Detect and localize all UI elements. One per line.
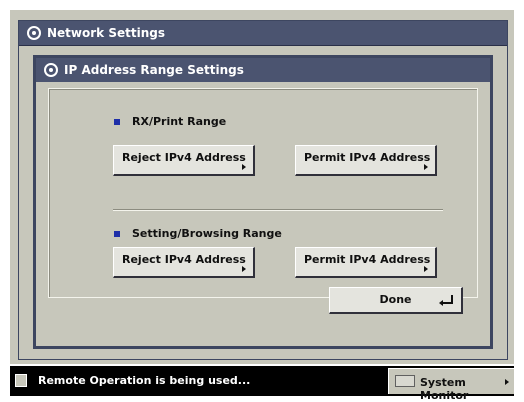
browsing-reject-ipv4-button[interactable]: Reject IPv4 Address <box>113 247 255 278</box>
system-monitor-button[interactable]: System Monitor <box>388 368 514 402</box>
section-label-rx-print: RX/Print Range <box>114 115 226 128</box>
settings-icon <box>27 26 41 40</box>
done-button[interactable]: Done <box>329 287 463 314</box>
section-divider <box>113 209 443 211</box>
screen: Network Settings IP Address Range Settin… <box>10 10 514 364</box>
arrow-right-icon <box>242 164 246 170</box>
bullet-icon <box>114 118 120 125</box>
enter-icon <box>439 295 453 306</box>
rx-reject-ipv4-button[interactable]: Reject IPv4 Address <box>113 145 255 176</box>
status-message: Remote Operation is being used... <box>38 374 251 387</box>
range-settings-panel: RX/Print Range Reject IPv4 Address Permi… <box>48 88 478 298</box>
settings-icon <box>44 63 58 77</box>
arrow-right-icon <box>424 266 428 272</box>
status-bar: Remote Operation is being used... System… <box>10 366 514 402</box>
remote-operation-icon <box>15 374 27 387</box>
window-title: Network Settings <box>47 26 165 40</box>
monitor-icon <box>395 375 415 387</box>
dialog-title: IP Address Range Settings <box>64 63 244 77</box>
arrow-right-icon <box>242 266 246 272</box>
browsing-permit-ipv4-button[interactable]: Permit IPv4 Address <box>295 247 437 278</box>
dialog-title-bar: IP Address Range Settings <box>36 58 490 82</box>
network-settings-window: Network Settings IP Address Range Settin… <box>18 20 508 360</box>
section-label-setting-browsing: Setting/Browsing Range <box>114 227 282 240</box>
window-title-bar: Network Settings <box>19 21 507 46</box>
arrow-right-icon <box>505 379 509 385</box>
bullet-icon <box>114 230 120 237</box>
arrow-right-icon <box>424 164 428 170</box>
rx-permit-ipv4-button[interactable]: Permit IPv4 Address <box>295 145 437 176</box>
